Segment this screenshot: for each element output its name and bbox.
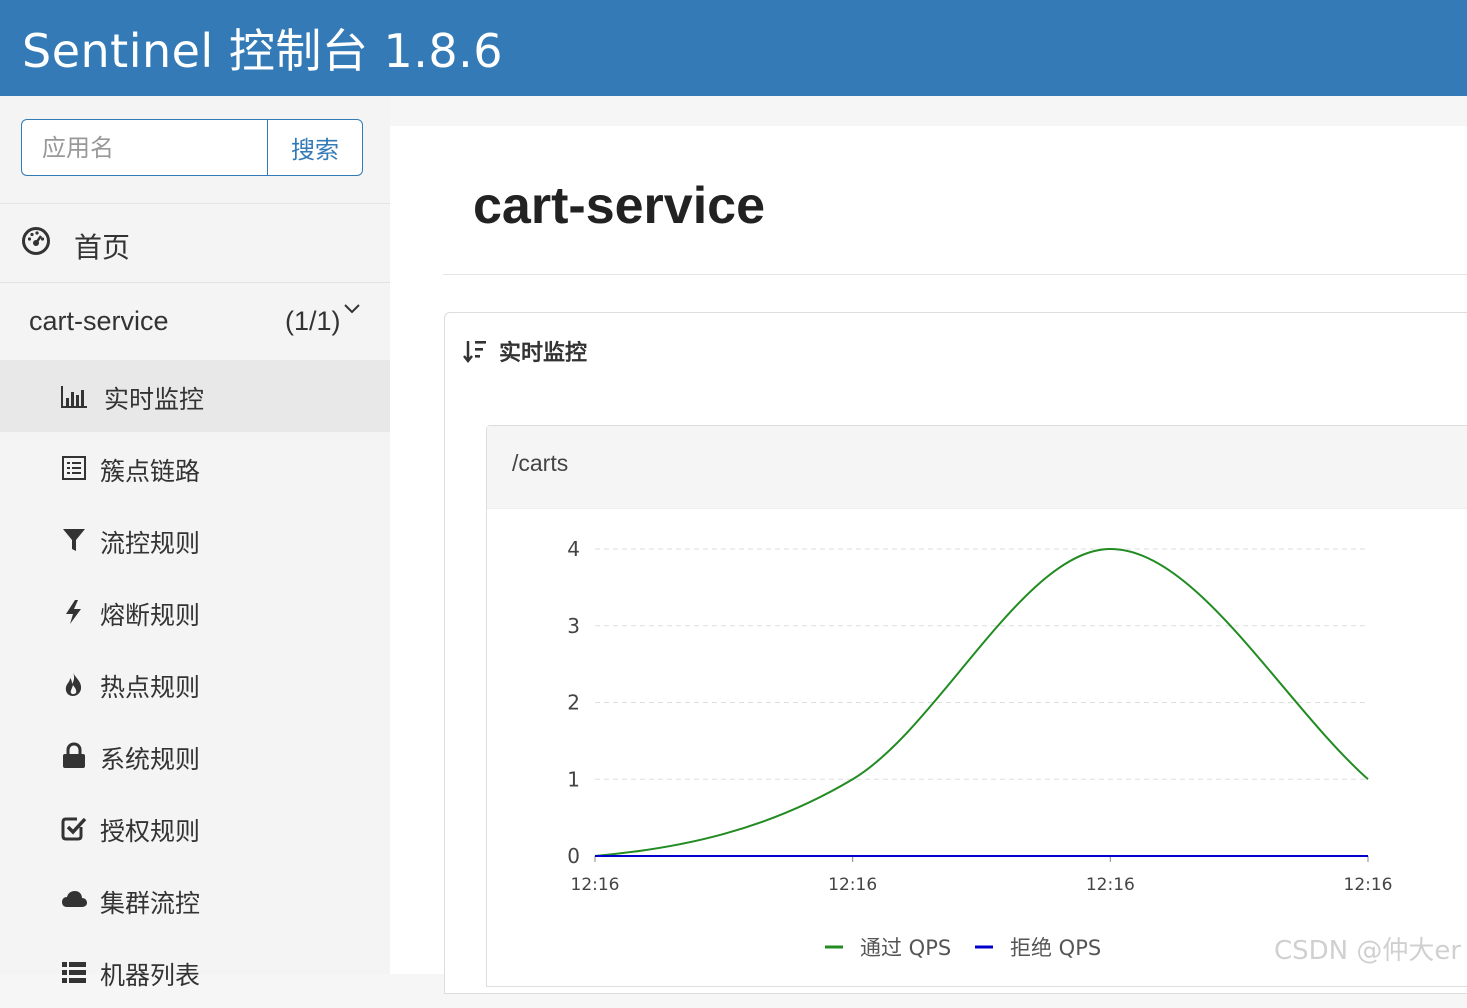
cloud-icon	[62, 891, 87, 907]
y-tick-label: 3	[567, 614, 580, 638]
sidebar-item-home[interactable]: 首页	[0, 204, 390, 282]
app-name: cart-service	[29, 306, 169, 336]
x-tick-label: 12:16	[828, 875, 877, 895]
sidebar-item-cluster-flow[interactable]: 集群流控	[0, 864, 390, 936]
search-button[interactable]: 搜索	[267, 119, 363, 176]
x-tick-label: 12:16	[1086, 875, 1135, 895]
check-square-icon	[61, 817, 87, 841]
y-tick-label: 2	[567, 691, 580, 715]
legend-label: 拒绝 QPS	[1010, 936, 1101, 960]
sidebar-item-label: 热点规则	[100, 673, 201, 702]
sidebar-item-machine-list[interactable]: 机器列表	[0, 936, 390, 1008]
x-tick-label: 12:16	[1344, 875, 1393, 895]
lightning-icon	[66, 600, 81, 624]
sidebar-item-label: 授权规则	[100, 817, 201, 846]
sidebar-item-degrade-rules[interactable]: 熔断规则	[0, 576, 390, 648]
app-search-input[interactable]	[21, 119, 267, 176]
app-machine-count: (1/1)	[285, 306, 341, 336]
monitor-panel: 实时监控 /carts 0 1 2 3 4 12:16 12:16 12:16 12:16 通过 …	[444, 312, 1467, 994]
chevron-down-icon	[344, 304, 360, 314]
y-tick-label: 4	[567, 537, 580, 561]
legend-label: 通过 QPS	[860, 936, 951, 960]
qps-line-chart: 0 1 2 3 4 12:16 12:16 12:16 12:16 通过 QPS 拒绝 QPS	[567, 537, 1393, 960]
sidebar-item-label: 首页	[74, 231, 131, 264]
sidebar-item-label: 集群流控	[100, 889, 201, 918]
panel-title: 实时监控	[499, 340, 588, 365]
sidebar-item-realtime-monitor[interactable]: 实时监控	[0, 360, 390, 432]
sidebar: 搜索 首页 cart-service (1/1) 实时监控	[0, 96, 390, 990]
sidebar-item-cluster-point-link[interactable]: 簇点链路	[0, 432, 390, 504]
sidebar-item-label: 机器列表	[100, 961, 201, 990]
list-icon	[62, 456, 86, 480]
sidebar-item-label: 系统规则	[100, 745, 201, 774]
app-brand-title[interactable]: Sentinel 控制台 1.8.6	[22, 15, 503, 81]
sidebar-divider	[0, 282, 390, 283]
sidebar-item-label: 流控规则	[100, 529, 201, 558]
bar-chart-icon	[61, 386, 87, 408]
sidebar-app-cart-service[interactable]: cart-service (1/1)	[0, 284, 390, 358]
y-tick-label: 1	[567, 767, 580, 791]
list-icon	[62, 962, 86, 983]
sidebar-item-label: 实时监控	[104, 385, 205, 414]
watermark: CSDN @仲大er	[1274, 936, 1462, 966]
lock-icon	[63, 742, 85, 768]
sidebar-item-system-rules[interactable]: 系统规则	[0, 720, 390, 792]
y-tick-label: 0	[567, 844, 580, 868]
resource-name: /carts	[512, 450, 569, 476]
main-content: cart-service 实时监控 /carts 0 1 2 3 4 12:16 12:16…	[390, 126, 1467, 994]
sidebar-item-label: 簇点链路	[100, 457, 201, 486]
sidebar-item-param-flow-rules[interactable]: 热点规则	[0, 648, 390, 720]
app-search: 搜索	[21, 119, 363, 176]
fire-icon	[65, 672, 82, 696]
resource-card: /carts 0 1 2 3 4 12:16 12:16 12:16 12:16 通过 QPS 拒绝…	[486, 425, 1467, 987]
page-title: cart-service	[473, 177, 765, 235]
resource-card-header: /carts	[487, 426, 1467, 509]
dashboard-icon	[22, 227, 50, 255]
title-divider	[443, 274, 1467, 275]
x-tick-label: 12:16	[571, 875, 620, 895]
sidebar-item-label: 熔断规则	[100, 601, 201, 630]
top-navbar: Sentinel 控制台 1.8.6	[0, 0, 1467, 96]
sidebar-item-flow-rules[interactable]: 流控规则	[0, 504, 390, 576]
sidebar-item-authority-rules[interactable]: 授权规则	[0, 792, 390, 864]
sort-icon[interactable]	[463, 338, 487, 364]
panel-header: 实时监控	[463, 335, 587, 367]
filter-icon	[63, 529, 85, 551]
